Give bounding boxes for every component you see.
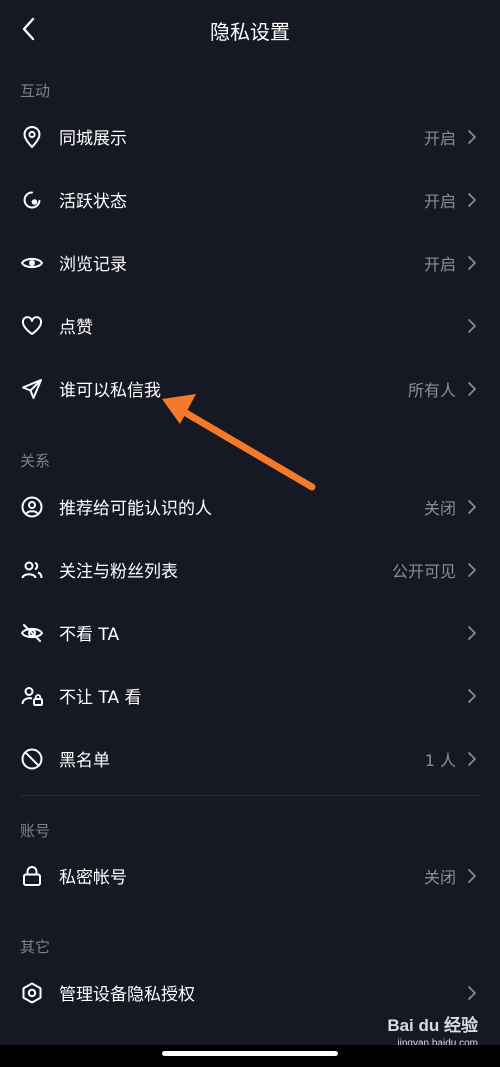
- home-indicator[interactable]: [162, 1051, 338, 1056]
- watermark: Bai du 经验 jingyan.baidu.com: [387, 1011, 478, 1049]
- watermark-logo: Bai du 经验: [387, 1016, 478, 1035]
- home-bar: [0, 1045, 500, 1067]
- annotation-arrow: [162, 394, 316, 491]
